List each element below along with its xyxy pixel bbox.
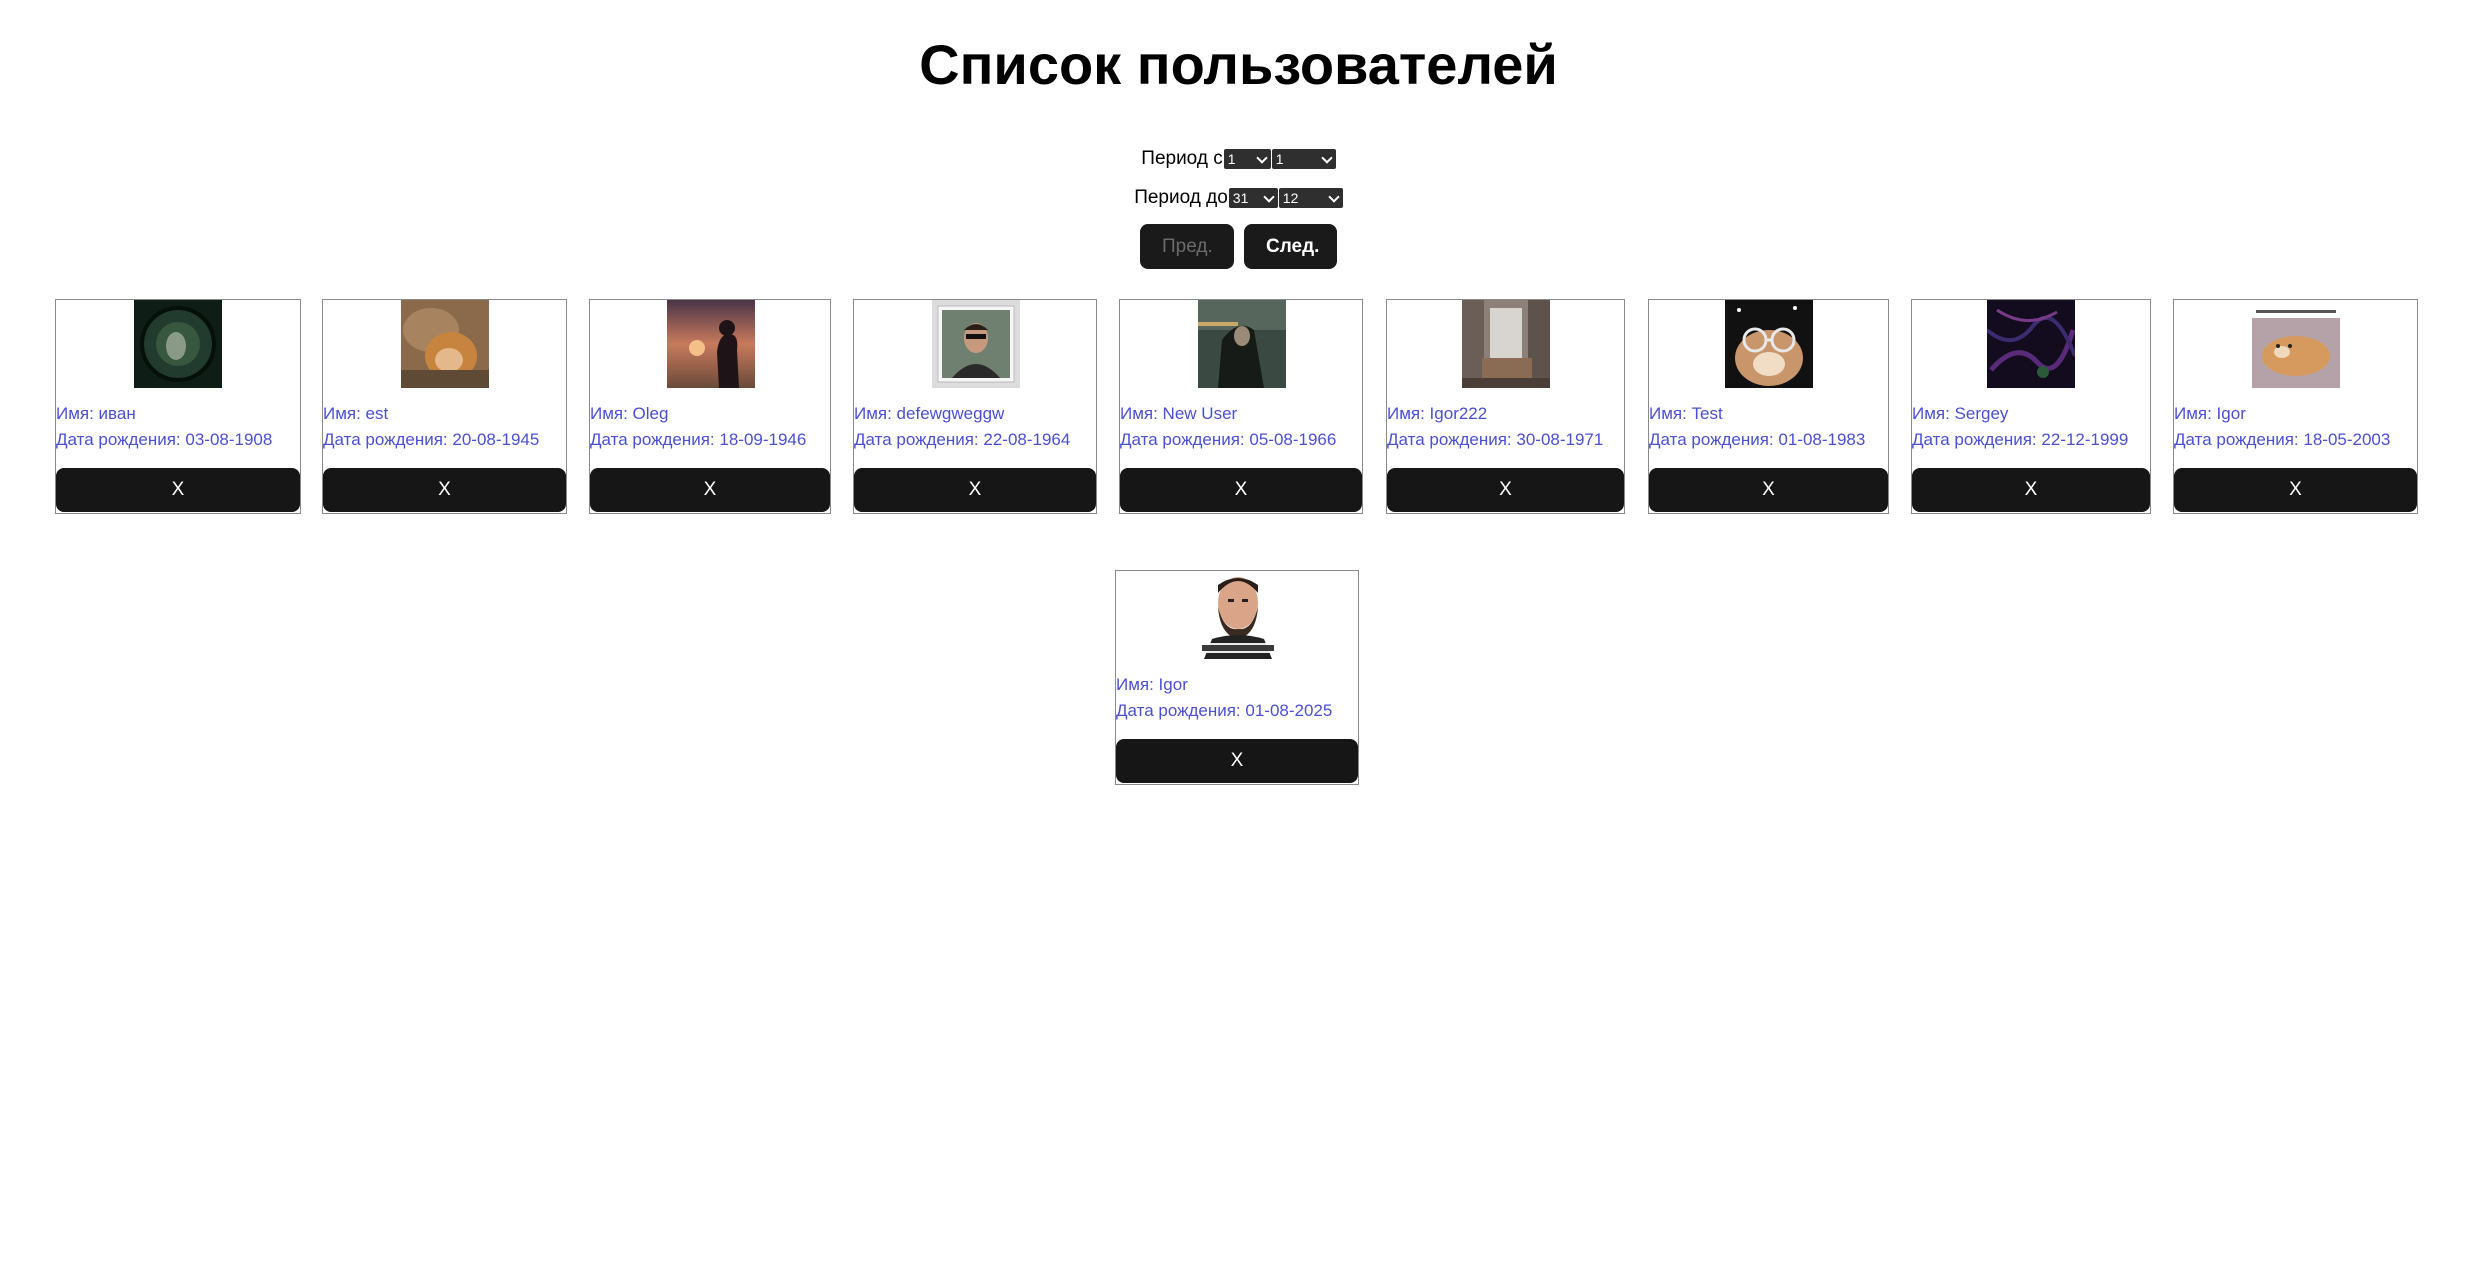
chevron-down-icon bbox=[1321, 152, 1333, 164]
delete-user-button[interactable]: X bbox=[56, 468, 300, 512]
delete-user-button[interactable]: X bbox=[854, 468, 1096, 512]
period-to-month-select[interactable]: 12 bbox=[1278, 188, 1343, 208]
period-from-month-select[interactable]: 1 bbox=[1271, 149, 1336, 169]
chevron-down-icon bbox=[1328, 191, 1340, 203]
delete-user-button[interactable]: X bbox=[1649, 468, 1888, 512]
page-title: Список пользователей bbox=[919, 33, 1558, 96]
user-avatar bbox=[1462, 300, 1550, 388]
user-card: Имя: New User Дата рождения: 05-08-1966 … bbox=[1119, 299, 1363, 514]
user-name: Имя: Igor222 bbox=[1387, 404, 1488, 423]
user-name: Имя: Test bbox=[1649, 404, 1723, 423]
next-page-button[interactable]: След. bbox=[1244, 224, 1337, 269]
user-avatar bbox=[1198, 300, 1286, 388]
user-avatar bbox=[2252, 300, 2340, 388]
pagination: Пред. След. bbox=[0, 224, 2477, 269]
user-birthdate: Дата рождения: 22-12-1999 bbox=[1912, 430, 2129, 449]
user-birthdate: Дата рождения: 30-08-1971 bbox=[1387, 430, 1604, 449]
period-to-row: Период до 31 12 bbox=[0, 187, 2477, 209]
chevron-down-icon bbox=[1256, 152, 1268, 164]
user-card: Имя: Test Дата рождения: 01-08-1983 X bbox=[1648, 299, 1889, 514]
user-birthdate: Дата рождения: 01-08-2025 bbox=[1116, 701, 1333, 720]
user-name: Имя: New User bbox=[1120, 404, 1238, 423]
user-birthdate: Дата рождения: 18-09-1946 bbox=[590, 430, 807, 449]
user-name: Имя: defewgweggw bbox=[854, 404, 1005, 423]
delete-user-button[interactable]: X bbox=[2174, 468, 2417, 512]
user-birthdate: Дата рождения: 18-05-2003 bbox=[2174, 430, 2391, 449]
chevron-down-icon bbox=[1263, 191, 1275, 203]
prev-page-button[interactable]: Пред. bbox=[1140, 224, 1234, 269]
user-card: Имя: Oleg Дата рождения: 18-09-1946 X bbox=[589, 299, 831, 514]
user-birthdate: Дата рождения: 20-08-1945 bbox=[323, 430, 540, 449]
user-name: Имя: Oleg bbox=[590, 404, 669, 423]
period-from-label: Период с bbox=[1141, 148, 1223, 169]
user-avatar bbox=[134, 300, 222, 388]
period-to-day-select[interactable]: 31 bbox=[1228, 188, 1278, 208]
user-card: Имя: Igor Дата рождения: 18-05-2003 X bbox=[2173, 299, 2418, 514]
user-avatar bbox=[1725, 300, 1813, 388]
user-card: Имя: est Дата рождения: 20-08-1945 X bbox=[322, 299, 567, 514]
user-card: Имя: Sergey Дата рождения: 22-12-1999 X bbox=[1911, 299, 2151, 514]
period-to-label: Период до bbox=[1134, 187, 1228, 208]
user-card: Имя: иван Дата рождения: 03-08-1908 X bbox=[55, 299, 301, 514]
delete-user-button[interactable]: X bbox=[1120, 468, 1362, 512]
user-avatar bbox=[667, 300, 755, 388]
user-avatar bbox=[401, 300, 489, 388]
user-name: Имя: Sergey bbox=[1912, 404, 2009, 423]
user-avatar bbox=[1194, 571, 1282, 659]
user-birthdate: Дата рождения: 01-08-1983 bbox=[1649, 430, 1866, 449]
user-card: Имя: defewgweggw Дата рождения: 22-08-19… bbox=[853, 299, 1097, 514]
delete-user-button[interactable]: X bbox=[1116, 739, 1358, 783]
user-avatar bbox=[932, 300, 1020, 388]
user-birthdate: Дата рождения: 03-08-1908 bbox=[56, 430, 273, 449]
user-avatar bbox=[1987, 300, 2075, 388]
user-name: Имя: иван bbox=[56, 404, 136, 423]
user-name: Имя: Igor bbox=[2174, 404, 2246, 423]
user-card: Имя: Igor Дата рождения: 01-08-2025 X bbox=[1115, 570, 1359, 785]
delete-user-button[interactable]: X bbox=[323, 468, 566, 512]
delete-user-button[interactable]: X bbox=[1912, 468, 2150, 512]
user-birthdate: Дата рождения: 05-08-1966 bbox=[1120, 430, 1337, 449]
period-from-row: Период с11 bbox=[0, 148, 2477, 170]
delete-user-button[interactable]: X bbox=[590, 468, 830, 512]
user-card: Имя: Igor222 Дата рождения: 30-08-1971 X bbox=[1386, 299, 1625, 514]
period-from-day-select[interactable]: 1 bbox=[1223, 149, 1271, 169]
user-birthdate: Дата рождения: 22-08-1964 bbox=[854, 430, 1071, 449]
delete-user-button[interactable]: X bbox=[1387, 468, 1624, 512]
user-name: Имя: est bbox=[323, 404, 389, 423]
user-name: Имя: Igor bbox=[1116, 675, 1188, 694]
